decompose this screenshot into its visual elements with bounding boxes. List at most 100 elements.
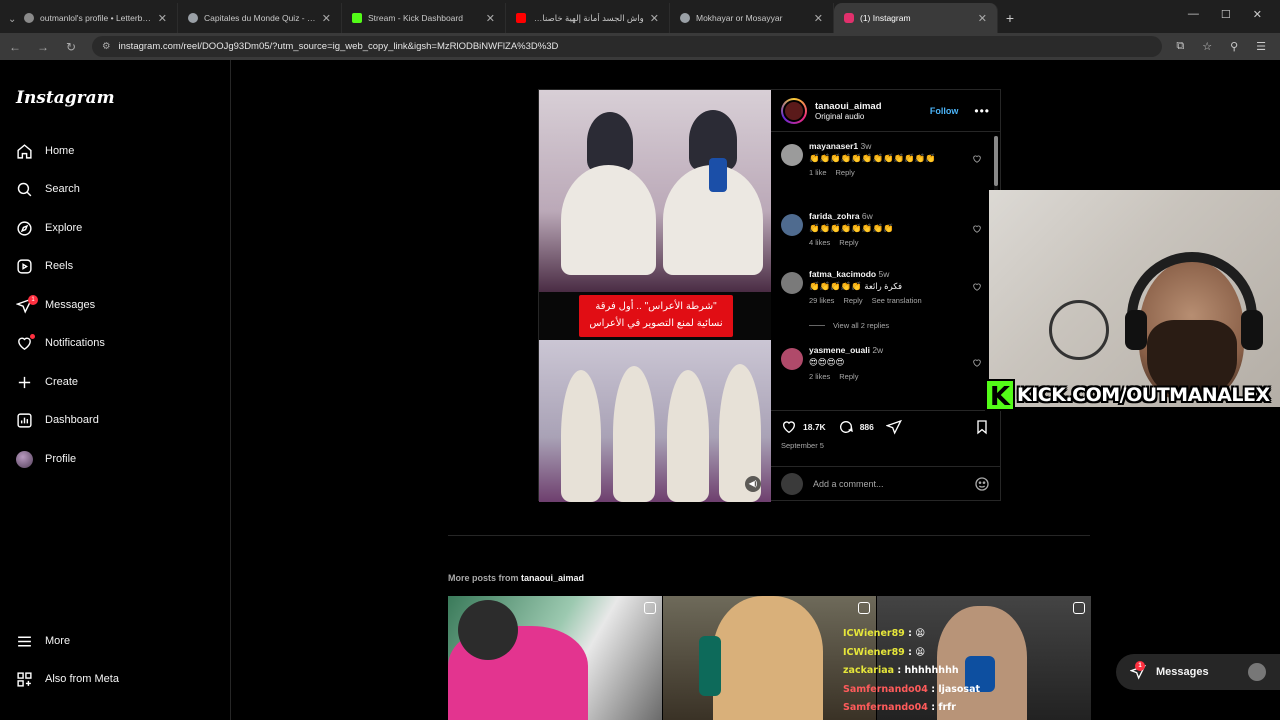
original-audio-link[interactable]: Original audio: [815, 112, 882, 121]
reading-list-icon[interactable]: ☰: [1256, 40, 1266, 53]
close-tab-icon[interactable]: ✕: [650, 12, 659, 25]
address-bar-row: ← → ↻ ⚙ instagram.com/reel/DOOJg93Dm05/?…: [0, 33, 1280, 60]
site-info-icon[interactable]: ⚙: [102, 41, 111, 52]
woman-3: [667, 370, 709, 502]
notification-dot: [30, 334, 35, 339]
woman-2: [613, 366, 655, 502]
sidebar-item-more[interactable]: More: [16, 629, 70, 653]
comment-icon[interactable]: [838, 419, 854, 435]
woman-1: [561, 370, 601, 502]
sidebar-item-also-from-meta[interactable]: Also from Meta: [16, 667, 119, 691]
woman-beige: [712, 596, 823, 720]
avatar: [1248, 663, 1266, 681]
sidebar-item-reels[interactable]: Reels: [16, 254, 73, 278]
window-controls: — ☐ ✕: [1170, 0, 1280, 29]
meta-grid-icon: [17, 671, 32, 687]
messages-floating-button[interactable]: 1 Messages: [1116, 654, 1280, 690]
reel-icon: [1073, 602, 1086, 614]
extensions-icon[interactable]: ⚲: [1230, 40, 1238, 53]
microphone-stand: [1049, 300, 1109, 360]
save-bookmark-icon[interactable]: [974, 419, 990, 435]
hijab: [458, 600, 518, 660]
view-replies-link[interactable]: View all 2 replies: [809, 321, 889, 330]
sidebar-item-explore[interactable]: Explore: [16, 216, 82, 240]
like-icon[interactable]: [781, 419, 797, 435]
add-comment-row: Add a comment...: [771, 466, 1000, 500]
back-icon[interactable]: ←: [8, 40, 22, 54]
reel-video[interactable]: "شرطة الأعراس" .. أول فرقة نسائية لمنع ا…: [539, 90, 771, 502]
comment-avatar[interactable]: [781, 214, 803, 236]
close-tab-icon[interactable]: ✕: [486, 12, 495, 25]
new-tab-button[interactable]: +: [998, 3, 1022, 33]
browser-tab[interactable]: Stream - Kick Dashboard ✕: [342, 3, 506, 33]
like-comment-icon[interactable]: [972, 282, 982, 292]
chat-message: Samfernando04 : ljasosat: [843, 683, 981, 695]
close-tab-icon[interactable]: ✕: [322, 12, 331, 25]
streamer-webcam: [989, 190, 1280, 407]
compass-icon: [17, 220, 32, 236]
likes-count[interactable]: 18.7K: [803, 422, 826, 432]
install-icon[interactable]: ⧉: [1176, 40, 1184, 53]
plus-icon: [18, 376, 31, 388]
maximize-icon[interactable]: ☐: [1221, 8, 1231, 21]
comment-avatar[interactable]: [781, 272, 803, 294]
chat-message: ICWiener89 : 😫: [843, 628, 926, 639]
favicon-icon: [188, 13, 198, 23]
author-username[interactable]: tanaoui_aimad: [815, 101, 882, 112]
comment-input[interactable]: Add a comment...: [813, 479, 884, 489]
stream-chat-overlay: ICWiener89 : 😫 ICWiener89 : 😫 zackariaa …: [843, 625, 980, 718]
favicon-icon: [352, 13, 362, 23]
share-icon[interactable]: [885, 419, 902, 435]
sidebar-item-dashboard[interactable]: Dashboard: [16, 408, 99, 432]
instagram-sidebar: Instagram Home Search Explore Reels 1 Me…: [0, 60, 231, 720]
messages-badge: 1: [28, 295, 38, 305]
sidebar-item-search[interactable]: Search: [16, 177, 80, 201]
browser-tab[interactable]: Capitales du Monde Quiz - Jeu ✕: [178, 3, 342, 33]
bookmark-star-icon[interactable]: ☆: [1202, 40, 1212, 53]
comment-avatar[interactable]: [781, 144, 803, 166]
browser-tab-active[interactable]: (1) Instagram ✕: [834, 3, 998, 33]
url-input[interactable]: ⚙ instagram.com/reel/DOOJg93Dm05/?utm_so…: [92, 36, 1163, 57]
headset-cup-left: [1125, 310, 1147, 350]
sidebar-item-profile[interactable]: Profile: [16, 447, 76, 471]
sidebar-item-create[interactable]: Create: [16, 370, 78, 394]
emoji-icon[interactable]: [974, 476, 990, 492]
author-avatar[interactable]: [781, 97, 807, 124]
mute-icon[interactable]: ◀): [745, 476, 761, 492]
minimize-icon[interactable]: —: [1188, 8, 1199, 21]
headset-cup-right: [1241, 310, 1263, 350]
chat-message: Samfernando04 : frfr: [843, 702, 956, 713]
more-posts-grid: [448, 596, 1092, 720]
like-comment-icon[interactable]: [972, 358, 982, 368]
browser-tab[interactable]: outmanlol's profile • Letterboxd ✕: [14, 3, 178, 33]
close-tab-icon[interactable]: ✕: [814, 12, 823, 25]
like-comment-icon[interactable]: [972, 224, 982, 234]
sidebar-item-home[interactable]: Home: [16, 139, 74, 163]
video-frame-bottom: [539, 340, 771, 502]
like-comment-icon[interactable]: [972, 154, 982, 164]
close-tab-icon[interactable]: ✕: [978, 12, 987, 25]
close-tab-icon[interactable]: ✕: [158, 12, 167, 25]
more-options-icon[interactable]: •••: [974, 104, 990, 118]
post-header: tanaoui_aimad Original audio Follow •••: [771, 90, 1000, 132]
forward-icon[interactable]: →: [36, 40, 50, 54]
favicon-icon: [844, 13, 854, 23]
video-caption: "شرطة الأعراس" .. أول فرقة نسائية لمنع ا…: [579, 295, 733, 337]
comment-avatar[interactable]: [781, 348, 803, 370]
post-actions: 18.7K 886 September 5: [771, 410, 1000, 450]
kick-logo-icon: K: [985, 379, 1015, 412]
instagram-logo[interactable]: Instagram: [16, 88, 115, 108]
sidebar-item-messages[interactable]: 1 Messages: [16, 293, 95, 317]
reel-icon: [643, 602, 656, 614]
follow-button[interactable]: Follow: [930, 106, 959, 116]
post-thumbnail[interactable]: [448, 596, 662, 720]
reels-icon: [17, 258, 32, 274]
close-window-icon[interactable]: ✕: [1253, 8, 1262, 21]
sidebar-item-notifications[interactable]: Notifications: [16, 331, 105, 355]
browser-tab[interactable]: واش الجسد أمانة إلهية خاصنا نحاف ✕: [506, 3, 670, 33]
tab-search-icon[interactable]: ⌄: [0, 14, 16, 33]
avatar: [781, 472, 803, 495]
browser-tab[interactable]: Mokhayar or Mosayyar ✕: [670, 3, 834, 33]
menu-icon: [18, 636, 31, 646]
reload-icon[interactable]: ↻: [64, 40, 78, 54]
